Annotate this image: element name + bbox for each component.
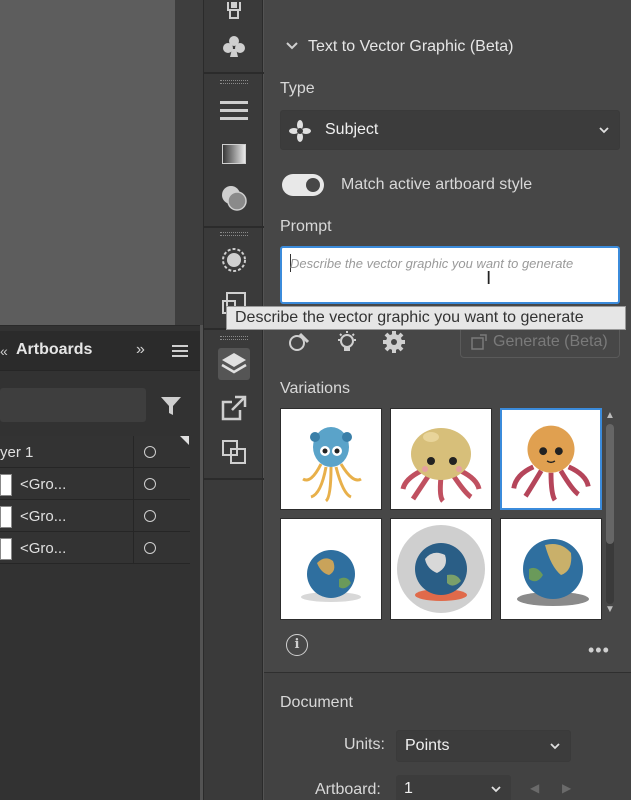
octopus-blue-image [302,427,362,503]
artboards-icon[interactable] [218,436,250,468]
more-options-icon[interactable]: ••• [588,640,610,661]
document-title: Document [280,694,353,711]
layer-thumbnail [0,506,12,528]
type-label: Type [280,80,315,97]
layer-name: <Gro... [20,540,67,557]
layer-list: yer 1 <Gro... <Gro... <Gro... [0,436,190,564]
earth-shadow-image [517,539,589,606]
generate-button[interactable]: Generate (Beta) [460,326,620,358]
style-reference-icon[interactable] [288,330,312,354]
layer-row[interactable]: <Gro... [0,468,190,500]
target-circle-icon[interactable] [144,478,156,490]
units-dropdown[interactable]: Points [396,730,571,762]
variation-thumbnail[interactable] [390,518,492,620]
variations-grid [280,408,604,620]
layer-row[interactable]: <Gro... [0,500,190,532]
transparency-icon[interactable] [218,182,250,214]
target-circle-icon[interactable] [144,446,156,458]
selection-corner-icon [180,436,189,445]
target-circle-icon[interactable] [144,542,156,554]
collapse-panel-icon[interactable]: » [136,341,145,359]
artboard-value: 1 [404,780,413,797]
next-artboard-icon[interactable]: ▶ [562,781,571,795]
chevron-down-icon [286,37,298,53]
type-dropdown[interactable]: Subject [280,110,620,150]
match-style-toggle[interactable] [282,174,324,196]
artboard-dropdown-button[interactable] [482,775,510,800]
artboard-canvas[interactable] [0,0,175,325]
filter-icon[interactable] [160,396,182,416]
chevron-down-icon [599,127,609,134]
prompt-textarea[interactable]: Describe the vector graphic you want to … [280,246,620,304]
settings-gear-icon[interactable] [382,330,406,354]
gradient-icon[interactable] [218,138,250,170]
panel-menu-icon[interactable] [172,345,188,357]
earth-circle-image [397,525,485,613]
generate-label: Generate (Beta) [493,333,608,350]
section-header-text-to-vector[interactable]: Text to Vector Graphic (Beta) [286,38,513,56]
document-section: Document Units: Points Artboard: 1 ◀ ▶ [264,673,631,800]
earth-globe-image [301,550,361,602]
octopus-red-image [511,425,591,502]
canvas-pasteboard[interactable] [175,0,203,325]
effects-bulb-icon[interactable] [335,330,359,354]
scroll-down-icon[interactable]: ▼ [605,604,615,615]
export-icon[interactable] [218,392,250,424]
artboard-label: Artboard: [315,781,381,798]
layer-thumbnail [0,538,12,560]
properties-panel: Text to Vector Graphic (Beta) Type Subje… [264,0,631,800]
tab-artboards[interactable]: Artboards [16,341,92,359]
variation-thumbnail[interactable] [390,408,492,510]
previous-artboard-icon[interactable]: ◀ [530,781,539,795]
variation-thumbnail[interactable] [280,408,382,510]
layer-row[interactable]: <Gro... [0,532,190,564]
match-style-label: Match active artboard style [341,176,533,193]
layers-icon[interactable] [218,348,250,380]
generate-icon [471,334,487,350]
layer-name: yer 1 [0,444,34,461]
variation-thumbnail[interactable] [500,518,602,620]
brushes-icon[interactable] [218,0,250,26]
layer-search-input[interactable] [0,388,146,422]
info-icon[interactable]: i [286,634,308,656]
appearance-icon[interactable] [218,244,250,276]
subject-flower-icon [289,120,311,142]
chevron-down-icon [491,786,501,793]
tab-scroll-left[interactable]: « [0,343,8,359]
prompt-label: Prompt [280,218,332,235]
layer-row[interactable]: yer 1 [0,436,190,468]
units-label: Units: [344,736,385,753]
type-value: Subject [325,121,379,138]
variations-label: Variations [280,380,350,397]
chevron-down-icon [550,743,560,750]
octopus-tan-image [400,428,482,503]
prompt-placeholder: Describe the vector graphic you want to … [290,256,574,271]
layer-name: <Gro... [20,476,67,493]
layers-panel: « Artboards » yer 1 <Gro... <Gro... <Gro… [0,325,200,800]
panel-dock-toolbar [203,0,264,800]
symbols-icon[interactable] [218,30,250,62]
target-circle-icon[interactable] [144,510,156,522]
units-value: Points [405,737,450,754]
ibeam-cursor-icon: I [486,268,492,289]
prompt-tooltip: Describe the vector graphic you want to … [226,306,626,330]
layers-tab-bar: « Artboards » [0,331,200,371]
align-icon[interactable] [218,94,250,126]
layer-name: <Gro... [20,508,67,525]
variation-thumbnail[interactable] [280,518,382,620]
layer-thumbnail [0,474,12,496]
scroll-up-icon[interactable]: ▲ [605,410,615,421]
variation-thumbnail-selected[interactable] [500,408,602,510]
variations-scrollbar[interactable]: ▲ ▼ [602,408,618,620]
section-title: Text to Vector Graphic (Beta) [308,38,514,55]
